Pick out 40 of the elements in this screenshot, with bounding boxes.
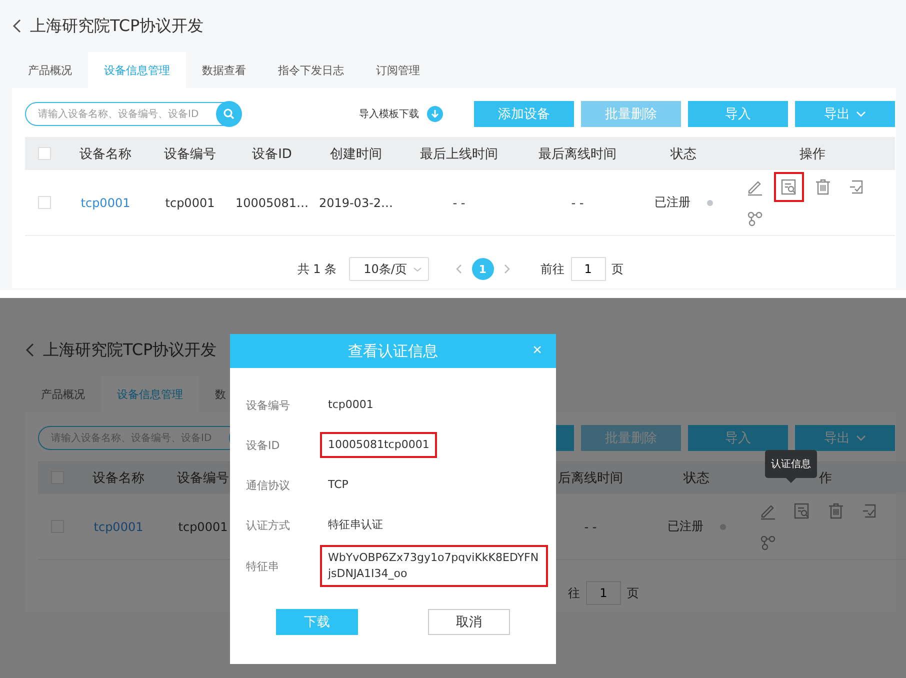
column-header: 设备ID — [252, 146, 292, 162]
column-header: 设备名称 — [92, 470, 144, 486]
column-header: 创建时间 — [330, 146, 382, 162]
table-cell: 2019-03-2… — [318, 196, 394, 210]
status-text: 已注册 — [668, 518, 704, 535]
table-cell: - - — [452, 196, 466, 210]
tooltip: 认证信息 — [765, 450, 817, 483]
column-header: 设备名称 — [80, 146, 132, 162]
table-cell: tcp0001 — [178, 520, 228, 534]
page-unit: 页 — [627, 584, 639, 602]
column-header: 最后上线时间 — [420, 146, 498, 162]
page-unit: 页 — [612, 260, 624, 278]
total-count: 共 1 条 — [297, 260, 337, 278]
field-value: TCP — [327, 477, 350, 493]
page-title: 上海研究院TCP协议开发 — [43, 340, 217, 360]
field-value: tcp0001 — [327, 397, 374, 413]
column-header: 状态 — [670, 146, 696, 162]
column-header: 设备编号 — [177, 470, 229, 486]
goto-label: 前往 — [540, 260, 565, 278]
goto-label: 往 — [568, 584, 580, 602]
field-label: 特征串 — [246, 558, 280, 574]
field-label: 设备编号 — [246, 398, 291, 412]
field-label: 认证方式 — [246, 518, 291, 532]
field-label: 通信协议 — [246, 478, 291, 492]
column-header: 后离线时间 — [558, 470, 623, 486]
dialog-title: 查看认证信息 — [348, 342, 438, 360]
column-header: 状态 — [684, 470, 710, 486]
field-value: 特征串认证 — [327, 517, 384, 533]
table-cell: - - — [584, 520, 597, 534]
column-header: 设备编号 — [164, 146, 216, 162]
page-title: 上海研究院TCP协议开发 — [30, 16, 204, 36]
column-header: 最后离线时间 — [538, 146, 616, 162]
field-value: WbYvOBP6Zx73gy1o7pqviKkK8EDYFNjsDNJA1I34_oo — [320, 545, 548, 587]
table-cell: tcp0001 — [165, 196, 215, 210]
status-text: 已注册 — [654, 194, 690, 211]
column-header: 作 — [819, 470, 832, 486]
field-value: 10005081tcp0001 — [320, 432, 438, 458]
column-header: 操作 — [800, 146, 826, 162]
table-cell: 10005081… — [235, 196, 309, 210]
table-cell: - - — [571, 196, 584, 210]
